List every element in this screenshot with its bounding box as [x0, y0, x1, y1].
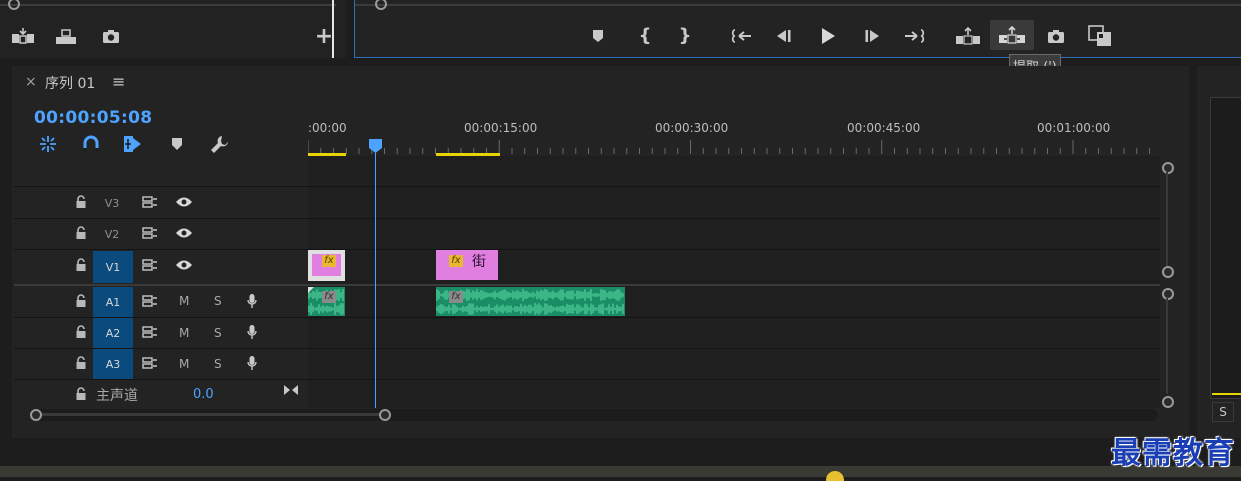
master-volume-value[interactable]: 0.0: [193, 387, 214, 402]
microphone-icon[interactable]: [245, 292, 259, 310]
solo-button[interactable]: S: [214, 294, 222, 308]
go-to-out-icon[interactable]: [902, 26, 928, 46]
playhead-line: [375, 150, 376, 408]
source-scrubber[interactable]: [0, 4, 336, 6]
export-frame-icon[interactable]: [1044, 26, 1068, 46]
panel-menu-icon[interactable]: ≡: [112, 72, 125, 91]
video-clip-1[interactable]: fx: [308, 250, 345, 281]
mark-in-icon[interactable]: {: [634, 24, 656, 46]
lock-icon[interactable]: [74, 324, 88, 340]
marker-icon[interactable]: [168, 134, 186, 154]
lock-icon[interactable]: [74, 355, 88, 371]
program-scrubber[interactable]: [355, 4, 1241, 6]
mark-out-icon[interactable]: }: [674, 24, 696, 46]
video-scrollbar-top[interactable]: [1162, 162, 1174, 174]
add-marker-icon[interactable]: [588, 26, 608, 46]
audio-meter: [1210, 97, 1241, 399]
add-button-icon[interactable]: +: [314, 24, 334, 49]
sync-lock-icon[interactable]: [141, 324, 159, 340]
microphone-icon[interactable]: [245, 354, 259, 372]
lock-icon[interactable]: [74, 257, 88, 273]
lock-icon[interactable]: [74, 194, 88, 210]
mute-button[interactable]: M: [179, 357, 189, 371]
eye-icon[interactable]: [174, 225, 194, 241]
zoom-scrollbar-thumb[interactable]: [36, 413, 386, 416]
zoom-handle-right[interactable]: [379, 409, 391, 421]
watermark-logo: 最需教育: [1111, 436, 1235, 471]
fx-badge: fx: [449, 255, 463, 267]
ruler-label-60s: 00:01:00:00: [1037, 121, 1111, 135]
lock-icon[interactable]: [74, 225, 88, 241]
track-name-a3[interactable]: A3: [93, 349, 133, 379]
track-area[interactable]: [308, 156, 1160, 408]
add-marker-icon[interactable]: [122, 134, 144, 154]
linked-selection-icon[interactable]: [81, 134, 101, 154]
sync-lock-icon[interactable]: [141, 355, 159, 371]
audio-scrollbar-track[interactable]: [1166, 298, 1168, 394]
ruler-label-45s: 00:00:45:00: [847, 121, 921, 135]
play-icon[interactable]: [816, 25, 840, 47]
track-name-a1[interactable]: A1: [93, 287, 133, 317]
sequence-tab-title[interactable]: 序列 01: [45, 73, 95, 93]
master-track-label: 主声道: [96, 388, 138, 404]
step-back-icon[interactable]: [772, 26, 796, 46]
overwrite-icon[interactable]: [53, 26, 79, 46]
go-to-in-icon[interactable]: [728, 26, 754, 46]
zoom-handle-left[interactable]: [30, 409, 42, 421]
compare-view-icon[interactable]: [1086, 24, 1114, 48]
audio-clip-1[interactable]: fx: [308, 287, 345, 316]
fx-badge: fx: [322, 255, 336, 267]
export-frame-icon[interactable]: [98, 26, 124, 46]
track-name-a2[interactable]: A2: [93, 318, 133, 348]
ruler-label-0: :00:00: [308, 121, 347, 135]
video-scrollbar-track[interactable]: [1166, 172, 1168, 266]
wrench-icon[interactable]: [208, 133, 230, 155]
playhead-handle[interactable]: [369, 138, 382, 153]
mute-button[interactable]: M: [179, 326, 189, 340]
sync-lock-icon[interactable]: [141, 257, 159, 273]
track-name-v1[interactable]: V1: [93, 251, 133, 283]
track-name-v2[interactable]: V2: [92, 220, 132, 248]
close-icon[interactable]: ×: [25, 74, 37, 90]
sync-lock-icon[interactable]: [141, 225, 159, 241]
fx-badge: fx: [449, 291, 463, 303]
fx-badge: fx: [322, 291, 336, 303]
lift-icon[interactable]: [954, 26, 982, 46]
step-forward-icon[interactable]: [860, 26, 884, 46]
program-scrubber-handle[interactable]: [375, 0, 387, 10]
solo-button[interactable]: S: [214, 326, 222, 340]
sync-lock-icon[interactable]: [141, 293, 159, 309]
audio-clip-2[interactable]: fx: [436, 287, 625, 316]
video-scrollbar-bottom[interactable]: [1162, 266, 1174, 278]
sync-lock-icon[interactable]: [141, 194, 159, 210]
ruler-label-30s: 00:00:30:00: [655, 121, 729, 135]
snap-icon[interactable]: [38, 134, 58, 154]
track-header-column: [14, 156, 307, 408]
audio-scrollbar-top[interactable]: [1162, 288, 1174, 300]
source-scrubber-end-handle[interactable]: [8, 0, 20, 10]
audio-meter-level: [1212, 393, 1241, 395]
microphone-icon[interactable]: [245, 323, 259, 341]
eye-icon[interactable]: [174, 257, 194, 273]
extract-icon[interactable]: [990, 20, 1034, 50]
video-clip-2[interactable]: fx 街: [436, 250, 498, 280]
status-bar: [0, 466, 1241, 477]
mute-button[interactable]: M: [179, 294, 189, 308]
lock-icon[interactable]: [74, 386, 88, 402]
go-to-edit-point-icon[interactable]: [282, 382, 300, 398]
source-monitor-panel: +: [0, 0, 346, 58]
eye-icon[interactable]: [174, 194, 194, 210]
solo-meter-button[interactable]: S: [1212, 402, 1234, 422]
solo-button[interactable]: S: [214, 357, 222, 371]
audio-scrollbar-bottom[interactable]: [1162, 396, 1174, 408]
playhead-timecode[interactable]: 00:00:05:08: [34, 108, 152, 128]
insert-icon[interactable]: [10, 26, 36, 46]
track-name-v3[interactable]: V3: [92, 189, 132, 217]
lock-icon[interactable]: [74, 293, 88, 309]
ruler-label-15s: 00:00:15:00: [464, 121, 538, 135]
clip-label: 街: [472, 254, 486, 270]
